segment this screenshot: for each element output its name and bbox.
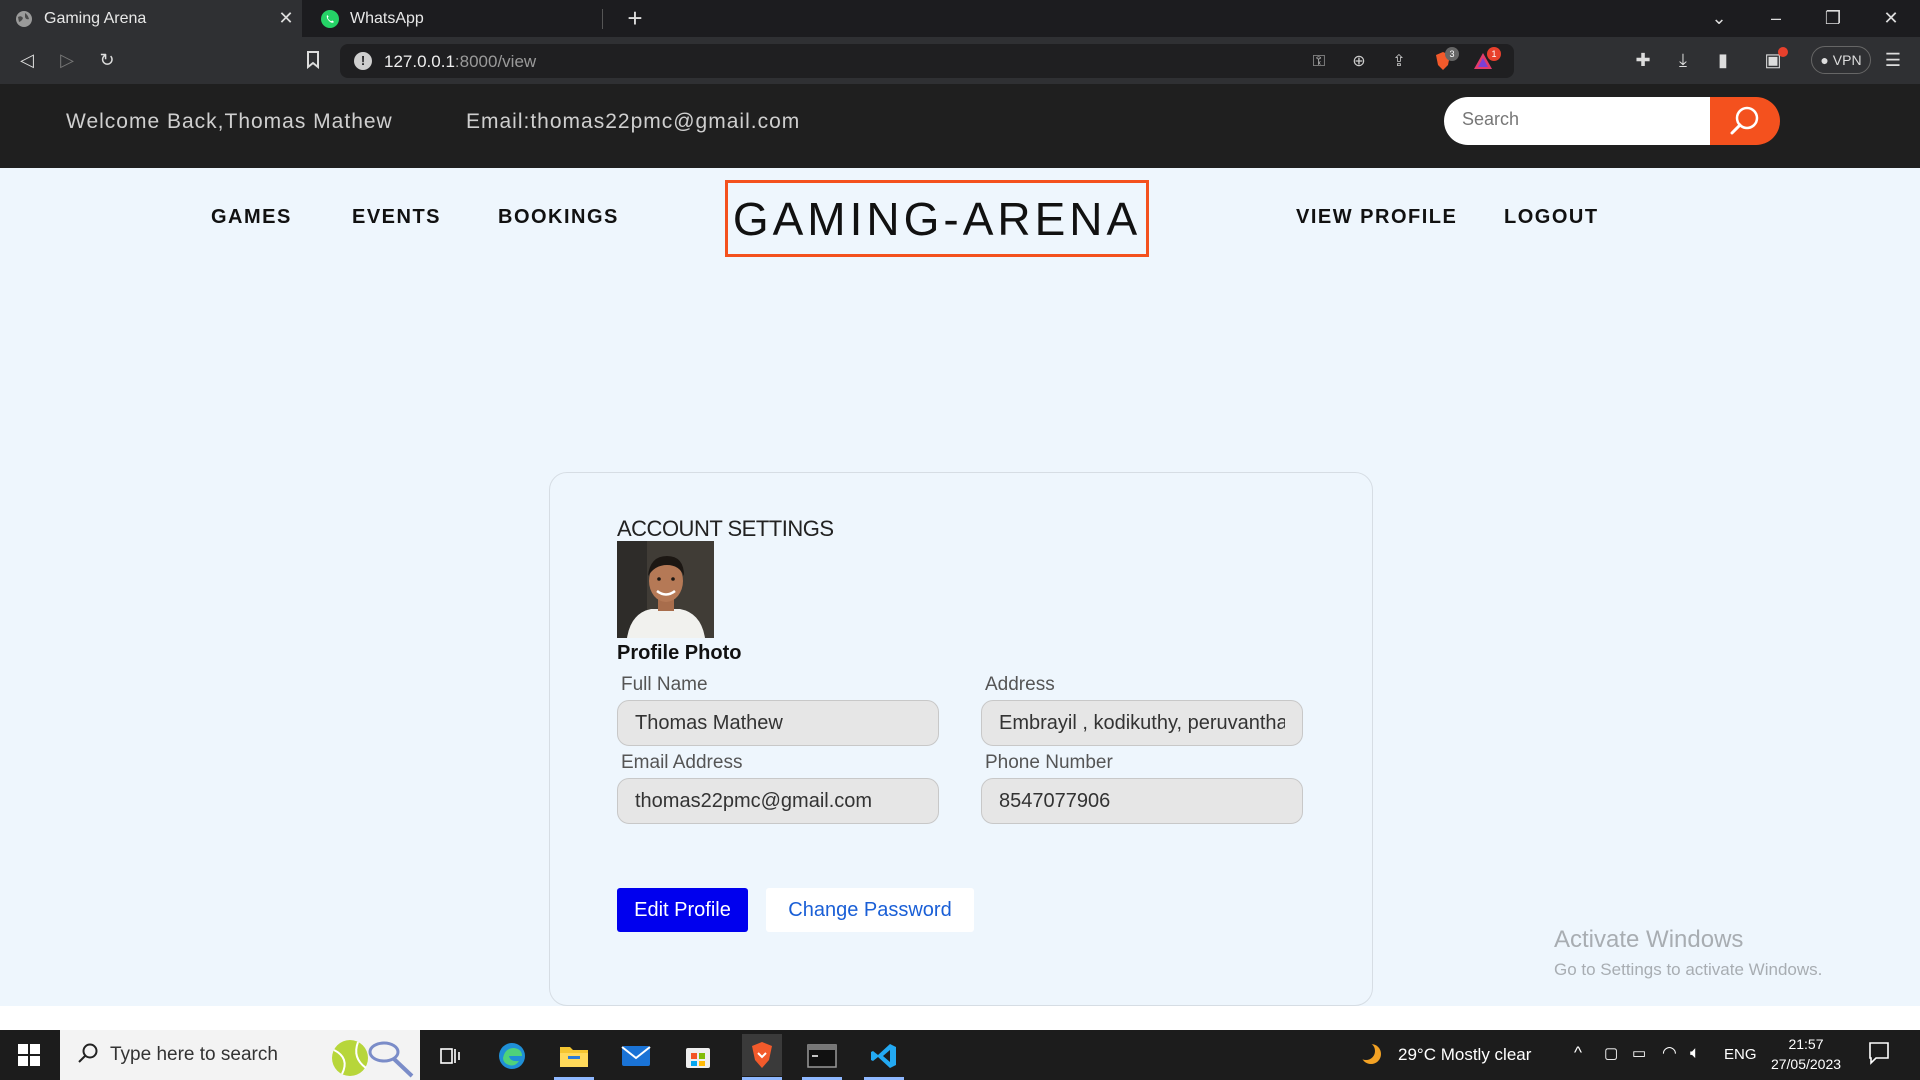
shields-badge: 3 (1445, 47, 1459, 61)
edit-profile-button[interactable]: Edit Profile (617, 888, 748, 932)
mail-icon[interactable] (618, 1038, 654, 1074)
window-close-icon[interactable]: ✕ (1867, 0, 1915, 37)
tab-gaming-arena[interactable]: Gaming Arena ✕ (0, 0, 302, 37)
clock-date: 27/05/2023 (1770, 1056, 1842, 1072)
nav-bookings[interactable]: BOOKINGS (498, 206, 619, 229)
change-password-button[interactable]: Change Password (766, 888, 974, 932)
logo-text: GAMING-ARENA (732, 192, 1142, 245)
brave-browser-icon[interactable] (742, 1034, 782, 1076)
address-bar[interactable]: ! 127.0.0.1:8000/view ⚿ ⊕ ⇪ 3 1 (340, 44, 1514, 78)
weather-text[interactable]: 29°C Mostly clear (1398, 1045, 1531, 1065)
account-settings-title: ACCOUNT SETTINGS (617, 516, 834, 541)
tab-whatsapp[interactable]: WhatsApp (306, 0, 602, 37)
start-button-icon[interactable] (18, 1044, 40, 1066)
globe-icon (14, 9, 34, 29)
activate-windows-title: Activate Windows (1554, 926, 1744, 953)
search-input[interactable] (1462, 109, 1692, 130)
new-tab-button[interactable]: + (620, 2, 650, 34)
vpn-button[interactable]: ● VPN (1811, 46, 1871, 74)
reload-icon[interactable]: ↻ (92, 45, 122, 75)
wallet-badge (1778, 47, 1788, 57)
search-icon (1730, 106, 1759, 135)
windows-taskbar: Type here to search 29°C Mostly clear ^ … (0, 1030, 1920, 1080)
phone-number-label: Phone Number (985, 752, 1113, 773)
search-button[interactable] (1710, 97, 1780, 145)
profile-photo (617, 541, 714, 638)
tab-search-chevron-icon[interactable]: ⌄ (1695, 0, 1743, 37)
key-icon[interactable]: ⚿ (1308, 51, 1330, 73)
microsoft-store-icon[interactable] (680, 1038, 716, 1074)
taskbar-search-text: Type here to search (110, 1044, 278, 1065)
search-box (1444, 97, 1712, 145)
tab-divider (602, 9, 603, 29)
menu-icon[interactable]: ☰ (1878, 45, 1908, 75)
email-address-field[interactable] (617, 778, 939, 824)
address-field[interactable] (981, 700, 1303, 746)
nav-view-profile[interactable]: VIEW PROFILE (1296, 206, 1457, 229)
tab-label: WhatsApp (350, 9, 424, 27)
forward-icon[interactable]: ▷ (52, 45, 82, 75)
site-top-bar: Welcome Back,Thomas Mathew Email:thomas2… (0, 84, 1920, 168)
notifications-icon[interactable] (1868, 1041, 1890, 1070)
profile-photo-label: Profile Photo (617, 642, 742, 664)
browser-toolbar: ◁ ▷ ↻ ! 127.0.0.1:8000/view ⚿ ⊕ ⇪ 3 1 ✚ … (0, 37, 1920, 84)
share-icon[interactable]: ⇪ (1388, 51, 1410, 73)
terminal-icon[interactable] (804, 1038, 840, 1074)
tab-close-icon[interactable]: ✕ (270, 8, 302, 29)
nav-logout[interactable]: LOGOUT (1504, 206, 1599, 229)
language-indicator[interactable]: ENG (1724, 1046, 1757, 1063)
file-explorer-icon[interactable] (556, 1038, 592, 1074)
whatsapp-icon (320, 9, 340, 29)
meet-icon[interactable]: ▢ (1604, 1044, 1618, 1062)
header-email: Email:thomas22pmc@gmail.com (466, 110, 801, 133)
back-icon[interactable]: ◁ (12, 45, 42, 75)
nav-games[interactable]: GAMES (211, 206, 292, 229)
extensions-icon[interactable]: ✚ (1628, 45, 1658, 75)
battery-icon[interactable]: ▭ (1632, 1044, 1646, 1062)
taskbar-search[interactable]: Type here to search (60, 1030, 420, 1080)
address-label: Address (985, 674, 1055, 695)
downloads-icon[interactable]: ⤓ (1668, 45, 1698, 75)
minimize-icon[interactable]: – (1752, 0, 1800, 37)
full-name-field[interactable] (617, 700, 939, 746)
volume-icon[interactable]: 🔈︎ (1690, 1043, 1700, 1063)
site-logo[interactable]: GAMING-ARENA (725, 180, 1149, 257)
tennis-highlight-icon (328, 1032, 418, 1080)
full-name-label: Full Name (621, 674, 708, 695)
search-icon (76, 1042, 100, 1071)
wifi-icon[interactable]: ◠ (1662, 1043, 1677, 1063)
page-bottom-strip (0, 1006, 1920, 1030)
phone-number-field[interactable] (981, 778, 1303, 824)
clock-time: 21:57 (1788, 1036, 1824, 1052)
tray-chevron-icon[interactable]: ^ (1574, 1043, 1582, 1063)
zoom-icon[interactable]: ⊕ (1348, 51, 1370, 73)
clock[interactable]: 21:57 27/05/2023 (1758, 1034, 1854, 1074)
welcome-text: Welcome Back,Thomas Mathew (66, 110, 393, 133)
site-info-icon[interactable]: ! (354, 52, 372, 70)
tab-label: Gaming Arena (44, 9, 147, 27)
url-text: 127.0.0.1:8000/view (384, 52, 537, 71)
bookmark-icon[interactable] (298, 45, 328, 75)
nav-events[interactable]: EVENTS (352, 206, 441, 229)
task-view-icon[interactable] (432, 1038, 468, 1074)
sidebar-icon[interactable]: ▮ (1708, 45, 1738, 75)
weather-icon[interactable] (1356, 1041, 1384, 1072)
vscode-icon[interactable] (866, 1038, 902, 1074)
restore-icon[interactable]: ❐ (1809, 0, 1857, 37)
email-address-label: Email Address (621, 752, 743, 773)
activate-windows-subtitle: Go to Settings to activate Windows. (1554, 960, 1823, 979)
edge-icon[interactable] (494, 1038, 530, 1074)
rewards-badge: 1 (1487, 47, 1501, 61)
browser-tabstrip: Gaming Arena ✕ WhatsApp + ⌄ – ❐ ✕ (0, 0, 1920, 37)
